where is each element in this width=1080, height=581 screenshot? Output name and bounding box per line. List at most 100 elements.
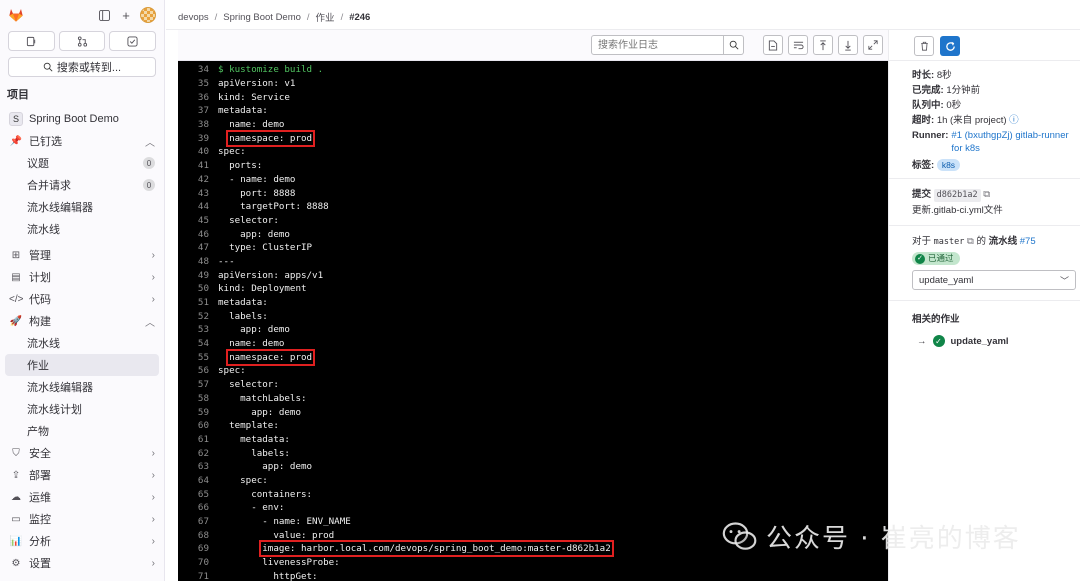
sidebar-item-manage[interactable]: ⊞ 管理 › (5, 244, 159, 266)
sidebar-item-pipeline-editor-pinned[interactable]: 流水线编辑器 (5, 196, 159, 218)
related-job-item[interactable]: → ✓ update_yaml (889, 325, 1080, 347)
log-line-number[interactable]: 40 (178, 146, 218, 157)
log-line-number[interactable]: 53 (178, 324, 218, 335)
commit-sha[interactable]: d862b1a2 (933, 189, 981, 202)
sidebar-item-issues[interactable]: 议题 0 (5, 152, 159, 174)
log-line-number[interactable]: 45 (178, 215, 218, 226)
runner-link[interactable]: #1 (bxuthgpZj) gitlab-runner for k8s (951, 129, 1073, 155)
sidebar-item-secure[interactable]: ⛉ 安全 › (5, 442, 159, 464)
log-line-number[interactable]: 60 (178, 420, 218, 431)
sidebar-item-analyze[interactable]: 📊 分析 › (5, 530, 159, 552)
breadcrumb-current-job[interactable]: #246 (349, 12, 370, 23)
pipeline-status-badge[interactable]: ✓ 已通过 (912, 252, 960, 265)
help-icon[interactable]: ⓘ (1009, 115, 1019, 126)
log-line-number[interactable]: 55 (178, 352, 218, 363)
log-line-number[interactable]: 43 (178, 188, 218, 199)
log-line-number[interactable]: 58 (178, 393, 218, 404)
sidebar-item-pipeline-schedules[interactable]: 流水线计划 (5, 398, 159, 420)
sidebar-item-settings[interactable]: ⚙ 设置 › (5, 552, 159, 574)
log-line-number[interactable]: 52 (178, 311, 218, 322)
log-line-number[interactable]: 35 (178, 78, 218, 89)
log-line-number[interactable]: 37 (178, 105, 218, 116)
commit-row: 提交 d862b1a2 ⧉ (912, 188, 1080, 202)
merge-requests-shortcut-button[interactable] (58, 31, 106, 51)
sidebar-project-link[interactable]: S Spring Boot Demo (5, 108, 159, 130)
stage-select[interactable]: update_yaml ﹀ (912, 270, 1076, 290)
log-line-text: app: demo (218, 461, 313, 473)
log-line-number[interactable]: 63 (178, 461, 218, 472)
sidebar-item-monitor[interactable]: ▭ 监控 › (5, 508, 159, 530)
sidebar-item-build[interactable]: 🚀 构建 ︿ (5, 310, 159, 332)
erase-job-button[interactable] (914, 36, 934, 56)
sidebar-item-pipeline-editor[interactable]: 流水线编辑器 (5, 376, 159, 398)
log-line: 42 - name: demo (178, 173, 888, 187)
log-line-number[interactable]: 67 (178, 516, 218, 527)
log-line-number[interactable]: 69 (178, 543, 218, 554)
breadcrumb-project[interactable]: Spring Boot Demo (223, 12, 301, 23)
branch-name[interactable]: master (934, 237, 965, 247)
job-log-search-button[interactable] (724, 35, 744, 55)
gitlab-logo-icon[interactable] (8, 7, 24, 23)
log-line-number[interactable]: 64 (178, 475, 218, 486)
show-raw-button[interactable] (763, 35, 783, 55)
copy-icon[interactable]: ⧉ (983, 189, 990, 200)
sidebar-item-pipelines-pinned[interactable]: 流水线 (5, 218, 159, 240)
log-line-number[interactable]: 65 (178, 489, 218, 500)
log-line-number[interactable]: 54 (178, 338, 218, 349)
log-line: 67 - name: ENV_NAME (178, 515, 888, 529)
sidebar-item-jobs[interactable]: 作业 (5, 354, 159, 376)
sidebar-item-plan[interactable]: ▤ 计划 › (5, 266, 159, 288)
pipeline-of: 的 (976, 236, 986, 247)
log-line-number[interactable]: 56 (178, 365, 218, 376)
sidebar-item-merge-requests[interactable]: 合并请求 0 (5, 174, 159, 196)
user-avatar[interactable] (140, 7, 156, 23)
log-line-number[interactable]: 49 (178, 270, 218, 281)
job-log-search-input[interactable] (591, 35, 724, 55)
log-line-number[interactable]: 71 (178, 571, 218, 581)
retry-job-button[interactable] (940, 36, 960, 56)
log-line-number[interactable]: 44 (178, 201, 218, 212)
issues-shortcut-button[interactable] (8, 31, 55, 51)
log-line-number[interactable]: 70 (178, 557, 218, 568)
log-line-number[interactable]: 47 (178, 242, 218, 253)
log-line-number[interactable]: 41 (178, 160, 218, 171)
log-line-text: type: ClusterIP (218, 242, 313, 254)
fullscreen-button[interactable] (863, 35, 883, 55)
wrap-lines-button[interactable] (788, 35, 808, 55)
log-line-number[interactable]: 66 (178, 502, 218, 513)
log-line-number[interactable]: 51 (178, 297, 218, 308)
log-line-number[interactable]: 38 (178, 119, 218, 130)
log-line-number[interactable]: 48 (178, 256, 218, 267)
search-or-goto-button[interactable]: 搜索或转到... (8, 57, 156, 77)
document-icon (768, 39, 778, 51)
sidebar-item-pipelines[interactable]: 流水线 (5, 332, 159, 354)
log-line-number[interactable]: 36 (178, 92, 218, 103)
log-line-number[interactable]: 34 (178, 64, 218, 75)
log-line-number[interactable]: 59 (178, 407, 218, 418)
log-line: 47 type: ClusterIP (178, 241, 888, 255)
sidebar-item-pinned[interactable]: 📌 已钉选 ︿ (5, 130, 159, 152)
toggle-sidebar-icon[interactable] (96, 7, 112, 23)
scroll-to-top-button[interactable] (813, 35, 833, 55)
log-line-number[interactable]: 50 (178, 283, 218, 294)
breadcrumb-group[interactable]: devops (178, 12, 209, 23)
log-line-text: httpGet: (218, 570, 318, 581)
log-line-number[interactable]: 68 (178, 530, 218, 541)
todos-shortcut-button[interactable] (109, 31, 157, 51)
copy-icon[interactable]: ⧉ (967, 236, 974, 247)
log-line-number[interactable]: 46 (178, 229, 218, 240)
log-line-text: spec: (218, 146, 246, 158)
log-line-number[interactable]: 42 (178, 174, 218, 185)
sidebar-item-code[interactable]: </> 代码 › (5, 288, 159, 310)
sidebar-item-operate[interactable]: ☁ 运维 › (5, 486, 159, 508)
log-line-number[interactable]: 62 (178, 448, 218, 459)
pipeline-link[interactable]: #75 (1020, 236, 1036, 247)
create-new-icon[interactable]: + (118, 7, 134, 23)
sidebar-item-deploy[interactable]: ⇪ 部署 › (5, 464, 159, 486)
log-line-number[interactable]: 57 (178, 379, 218, 390)
log-line-number[interactable]: 61 (178, 434, 218, 445)
breadcrumb-jobs[interactable]: 作业 (316, 10, 335, 24)
scroll-to-bottom-button[interactable] (838, 35, 858, 55)
sidebar-item-artifacts[interactable]: 产物 (5, 420, 159, 442)
log-line-number[interactable]: 39 (178, 133, 218, 144)
